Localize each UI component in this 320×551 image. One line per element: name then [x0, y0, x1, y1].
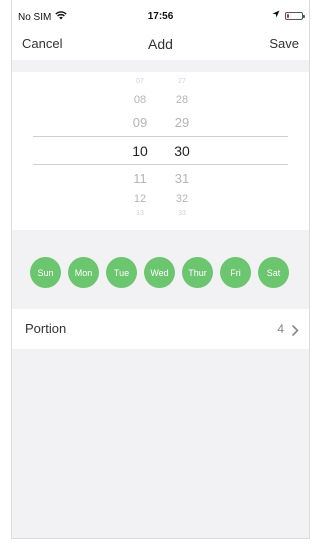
- status-time: 17:56: [147, 11, 174, 22]
- day-button-tue[interactable]: Tue: [106, 257, 137, 288]
- day-button-sat[interactable]: Sat: [258, 257, 289, 288]
- minute-option[interactable]: 29: [162, 115, 202, 130]
- portion-row[interactable]: Portion 4: [12, 309, 309, 349]
- day-button-fri[interactable]: Fri: [220, 257, 251, 288]
- day-button-wed[interactable]: Wed: [144, 257, 175, 288]
- app-screen: No SIM 17:56 Cancel Add Save 07 08 09 10…: [11, 0, 310, 539]
- status-right: [272, 10, 305, 21]
- hour-option[interactable]: 13: [120, 210, 160, 217]
- minute-option-selected[interactable]: 30: [162, 143, 202, 159]
- nav-bar: Cancel Add Save: [12, 30, 309, 60]
- status-bar: No SIM 17:56: [12, 0, 309, 30]
- hour-option[interactable]: 11: [120, 171, 160, 186]
- location-arrow-icon: [272, 10, 280, 21]
- chevron-right-icon: [292, 323, 299, 341]
- minute-option[interactable]: 32: [162, 193, 202, 205]
- hour-wheel[interactable]: 07 08 09 10 11 12 13: [120, 72, 160, 230]
- portion-value: 4: [277, 322, 284, 336]
- time-picker[interactable]: 07 08 09 10 11 12 13 27 28 29 30 31 32 33: [12, 72, 309, 230]
- minute-option[interactable]: 28: [162, 94, 202, 106]
- minute-option[interactable]: 31: [162, 171, 202, 186]
- minute-option[interactable]: 27: [162, 78, 202, 85]
- battery-icon: [285, 11, 305, 20]
- picker-selection-top-line: [33, 136, 288, 137]
- picker-selection-bottom-line: [33, 164, 288, 165]
- portion-label: Portion: [25, 321, 67, 336]
- hour-option-selected[interactable]: 10: [120, 143, 160, 159]
- minute-wheel[interactable]: 27 28 29 30 31 32 33: [162, 72, 202, 230]
- day-selector: Sun Mon Tue Wed Thur Fri Sat: [12, 230, 309, 309]
- hour-option[interactable]: 12: [120, 193, 160, 205]
- minute-option[interactable]: 33: [162, 210, 202, 217]
- day-button-sun[interactable]: Sun: [30, 257, 61, 288]
- day-button-mon[interactable]: Mon: [68, 257, 99, 288]
- hour-option[interactable]: 07: [120, 78, 160, 85]
- battery-level: [287, 13, 289, 18]
- page-title: Add: [148, 36, 173, 52]
- save-button[interactable]: Save: [269, 36, 299, 51]
- hour-option[interactable]: 09: [120, 115, 160, 130]
- day-button-thur[interactable]: Thur: [182, 257, 213, 288]
- hour-option[interactable]: 08: [120, 94, 160, 106]
